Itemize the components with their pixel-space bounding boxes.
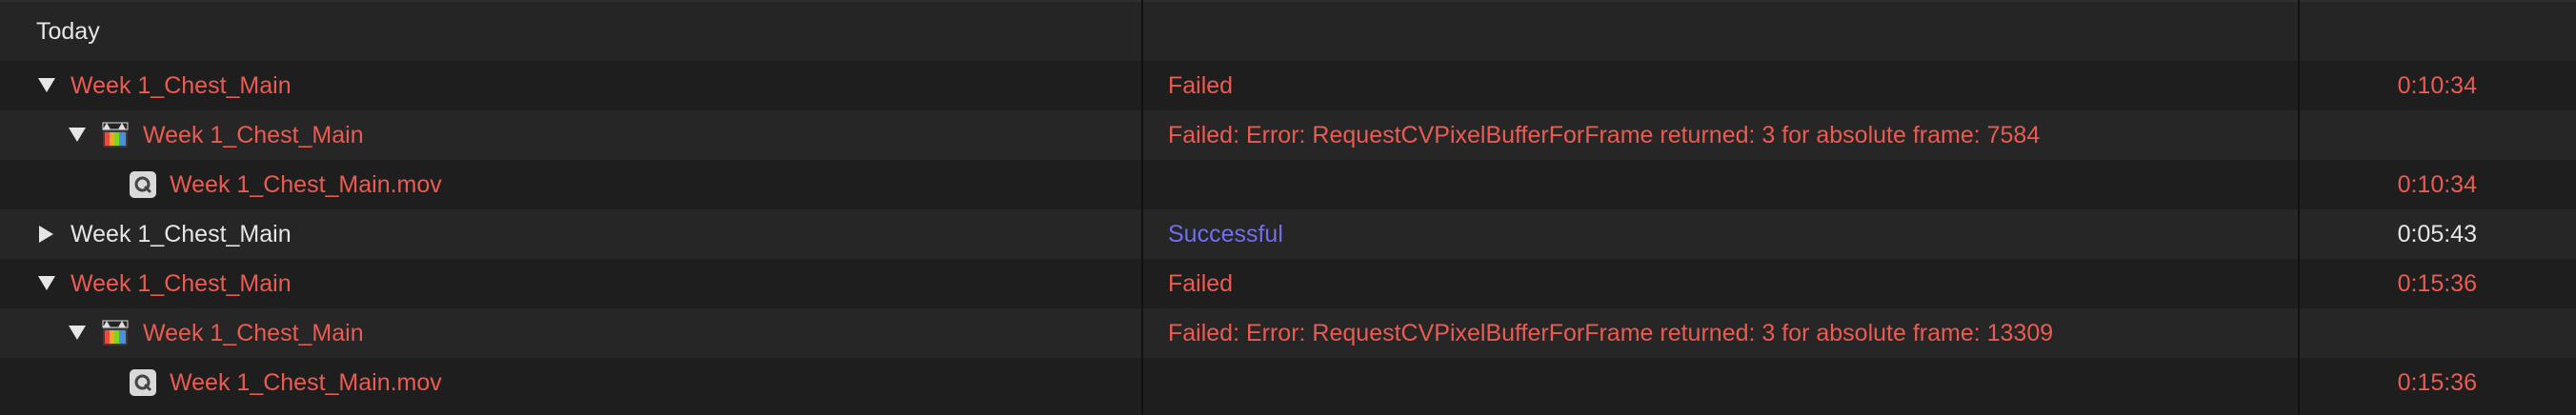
table-row[interactable]: Week 1_Chest_Main Failed: Error: Request… xyxy=(0,110,2576,160)
row-name: Week 1_Chest_Main.mov xyxy=(170,368,442,396)
table-row[interactable]: Week 1_Chest_Main.mov 0:10:34 xyxy=(0,160,2576,209)
section-header-today[interactable]: Today xyxy=(0,0,2576,61)
row-status: Successful xyxy=(1168,220,1283,247)
disclosure-triangle-expanded-icon[interactable] xyxy=(67,125,88,146)
final-cut-project-icon xyxy=(101,121,130,149)
disclosure-triangle-expanded-icon[interactable] xyxy=(36,273,57,294)
row-duration: 0:05:43 xyxy=(2397,220,2477,247)
disclosure-triangle-expanded-icon[interactable] xyxy=(36,75,57,96)
quicktime-file-icon xyxy=(130,171,156,198)
quicktime-file-icon xyxy=(130,369,156,396)
row-status: Failed: Error: RequestCVPixelBufferForFr… xyxy=(1168,319,2054,346)
row-name: Week 1_Chest_Main xyxy=(70,269,292,297)
table-row[interactable]: Week 1_Chest_Main Successful 0:05:43 xyxy=(0,209,2576,259)
column-divider[interactable] xyxy=(1141,0,1143,415)
row-duration: 0:15:36 xyxy=(2397,368,2477,396)
table-row[interactable]: Week 1_Chest_Main.mov 0:15:36 xyxy=(0,358,2576,407)
row-name: Week 1_Chest_Main xyxy=(143,121,364,148)
table-row[interactable]: Week 1_Chest_Main Failed 0:10:34 xyxy=(0,61,2576,110)
final-cut-project-icon xyxy=(101,319,130,347)
row-name: Week 1_Chest_Main xyxy=(70,220,292,247)
row-status: Failed xyxy=(1168,269,1234,297)
share-history-table: Today Week 1_Chest_Main Failed 0:10:34 W… xyxy=(0,0,2576,415)
row-duration: 0:10:34 xyxy=(2397,170,2477,198)
row-name: Week 1_Chest_Main.mov xyxy=(170,170,442,198)
disclosure-triangle-collapsed-icon[interactable] xyxy=(36,224,57,245)
row-status: Failed xyxy=(1168,71,1234,99)
table-row[interactable]: Week 1_Chest_Main Failed: Error: Request… xyxy=(0,308,2576,358)
row-status: Failed: Error: RequestCVPixelBufferForFr… xyxy=(1168,121,2041,148)
row-name: Week 1_Chest_Main xyxy=(70,71,292,99)
column-divider[interactable] xyxy=(2298,0,2300,415)
disclosure-triangle-expanded-icon[interactable] xyxy=(67,323,88,344)
row-duration: 0:10:34 xyxy=(2397,71,2477,99)
section-title: Today xyxy=(36,17,100,45)
table-row[interactable]: Week 1_Chest_Main Failed 0:15:36 xyxy=(0,259,2576,308)
row-name: Week 1_Chest_Main xyxy=(143,319,364,346)
row-duration: 0:15:36 xyxy=(2397,269,2477,297)
